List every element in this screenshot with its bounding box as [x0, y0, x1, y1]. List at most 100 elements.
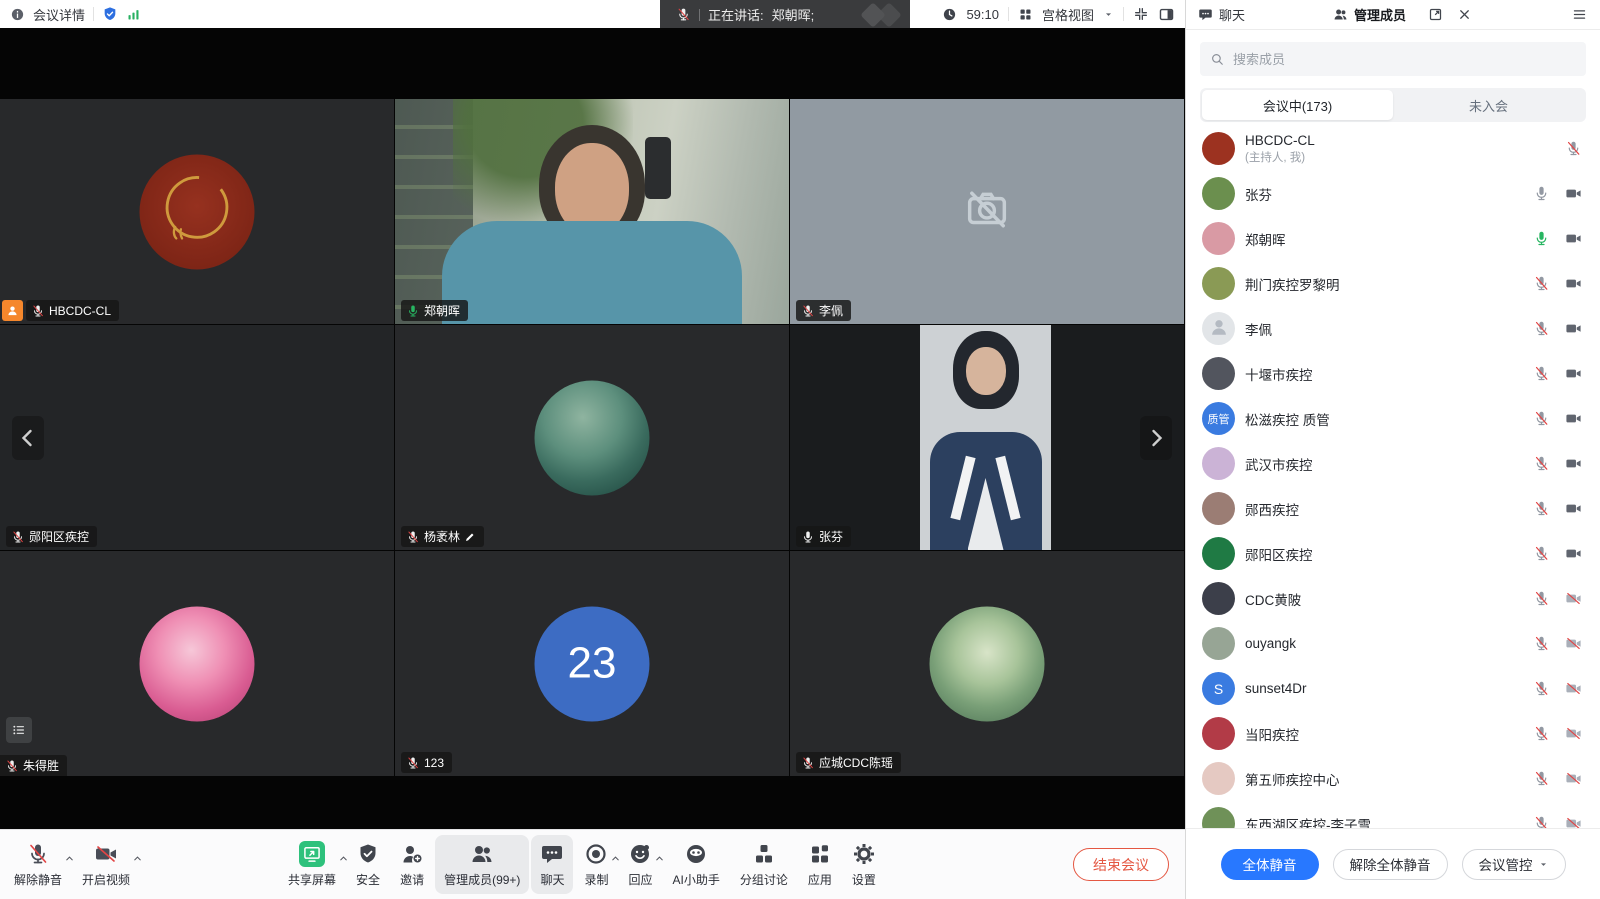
members-panel: 聊天 管理成员 会议中(173) 未入会 HBCDC-CL (主	[1185, 0, 1600, 899]
chevron-down-icon[interactable]	[1103, 9, 1114, 20]
member-row[interactable]: 郑朝晖	[1186, 216, 1600, 261]
camera-status-icon[interactable]	[1565, 410, 1582, 427]
member-row[interactable]: 郧西疾控	[1186, 486, 1600, 531]
network-signal-icon[interactable]	[126, 7, 141, 22]
video-tile-123[interactable]: 23 123	[395, 551, 789, 776]
mic-status-icon[interactable]	[1533, 725, 1550, 742]
toolbar-chat-button[interactable]: 聊天	[531, 835, 573, 894]
mic-status-icon[interactable]	[1533, 185, 1550, 202]
member-search-box[interactable]	[1200, 42, 1586, 76]
security-shield-icon[interactable]	[102, 6, 118, 22]
view-mode-selector[interactable]: 宫格视图	[1042, 5, 1094, 24]
list-overlay-button[interactable]	[6, 717, 32, 743]
toolbar-start-video-button[interactable]: 开启视频	[73, 835, 139, 894]
mic-status-icon[interactable]	[1533, 230, 1550, 247]
member-row[interactable]: CDC黄陂	[1186, 576, 1600, 621]
toolbar-record-button[interactable]: 录制	[575, 835, 617, 894]
toolbar-ai-assistant-button[interactable]: AI小助手	[663, 835, 728, 894]
divider	[699, 9, 700, 21]
mic-status-icon[interactable]	[1565, 140, 1582, 157]
side-panel-toggle-icon[interactable]	[1158, 6, 1175, 23]
menu-icon[interactable]	[1571, 6, 1588, 23]
previous-page-arrow[interactable]	[12, 416, 44, 460]
chevron-up-icon[interactable]	[132, 851, 143, 869]
member-row[interactable]: 张芬	[1186, 171, 1600, 216]
camera-status-icon[interactable]	[1565, 275, 1582, 292]
mic-status-icon[interactable]	[1533, 320, 1550, 337]
camera-status-icon[interactable]	[1565, 365, 1582, 382]
toolbar-apps-button[interactable]: 应用	[799, 835, 841, 894]
camera-status-icon[interactable]	[1565, 635, 1582, 652]
tab-chat[interactable]: 聊天	[1198, 5, 1245, 24]
member-row[interactable]: 当阳疾控	[1186, 711, 1600, 756]
member-row[interactable]: 十堰市疾控	[1186, 351, 1600, 396]
end-meeting-button[interactable]: 结束会议	[1073, 848, 1169, 881]
member-row[interactable]: HBCDC-CL (主持人, 我)	[1186, 126, 1600, 171]
camera-status-icon[interactable]	[1565, 590, 1582, 607]
mic-status-icon[interactable]	[1533, 455, 1550, 472]
mic-status-icon[interactable]	[1533, 410, 1550, 427]
video-tile-yangmaolin[interactable]: 杨袤林	[395, 325, 789, 550]
unmute-all-button[interactable]: 解除全体静音	[1333, 849, 1448, 880]
toolbar-settings-button[interactable]: 设置	[843, 835, 885, 894]
video-tile-zhangfen[interactable]: 张芬	[790, 325, 1184, 550]
camera-status-icon[interactable]	[1565, 455, 1582, 472]
meeting-controls-button[interactable]: 会议管控	[1462, 849, 1566, 880]
member-row[interactable]: ouyangk	[1186, 621, 1600, 666]
member-row[interactable]: 武汉市疾控	[1186, 441, 1600, 486]
mic-status-icon[interactable]	[1533, 365, 1550, 382]
camera-status-icon[interactable]	[1565, 500, 1582, 517]
camera-status-icon[interactable]	[1565, 725, 1582, 742]
mute-all-button[interactable]: 全体静音	[1221, 849, 1319, 880]
info-icon[interactable]	[10, 7, 25, 22]
video-tile-yingcheng[interactable]: 应城CDC陈瑶	[790, 551, 1184, 776]
camera-status-icon[interactable]	[1565, 320, 1582, 337]
mic-status-icon[interactable]	[1533, 680, 1550, 697]
rename-pencil-icon[interactable]	[464, 531, 476, 543]
toolbar-breakout-button[interactable]: 分组讨论	[731, 835, 797, 894]
camera-status-icon[interactable]	[1565, 770, 1582, 787]
camera-status-icon[interactable]	[1565, 230, 1582, 247]
video-tile-zhudesheng[interactable]: 朱得胜	[0, 551, 394, 776]
tab-in-meeting[interactable]: 会议中(173)	[1202, 90, 1393, 120]
video-tile-yunyangqu[interactable]: 郧阳区疾控	[0, 325, 394, 550]
member-row[interactable]: 东西湖区疾控-李子雪	[1186, 801, 1600, 828]
tab-manage-members[interactable]: 管理成员	[1333, 5, 1406, 24]
toolbar-members-button[interactable]: 管理成员(99+)	[435, 835, 529, 894]
camera-status-icon[interactable]	[1565, 680, 1582, 697]
popout-panel-icon[interactable]	[1428, 7, 1443, 22]
camera-status-icon[interactable]	[1565, 545, 1582, 562]
close-panel-icon[interactable]	[1457, 7, 1472, 22]
member-avatar	[1202, 717, 1235, 750]
camera-status-icon[interactable]	[1565, 185, 1582, 202]
member-row[interactable]: 荆门疾控罗黎明	[1186, 261, 1600, 306]
grid-view-icon[interactable]	[1018, 7, 1033, 22]
member-row[interactable]: 质管 松滋疾控 质管	[1186, 396, 1600, 441]
exit-fullscreen-icon[interactable]	[1133, 6, 1149, 22]
member-name: 第五师疾控中心	[1245, 769, 1340, 789]
member-row[interactable]: 第五师疾控中心	[1186, 756, 1600, 801]
toolbar-reactions-button[interactable]: 回应	[619, 835, 661, 894]
toolbar-unmute-button[interactable]: 解除静音	[5, 835, 71, 894]
video-tile-zhengzhaohui[interactable]: 郑朝晖	[395, 99, 789, 324]
meeting-details-button[interactable]: 会议详情	[33, 5, 85, 24]
camera-status-icon[interactable]	[1565, 815, 1582, 828]
toolbar-share-screen-button[interactable]: 共享屏幕	[279, 835, 345, 894]
mic-status-icon[interactable]	[1533, 545, 1550, 562]
video-tile-hbcdc-cl[interactable]: HBCDC-CL	[0, 99, 394, 324]
member-row[interactable]: 郧阳区疾控	[1186, 531, 1600, 576]
mic-status-icon[interactable]	[1533, 275, 1550, 292]
toolbar-invite-button[interactable]: 邀请	[391, 835, 433, 894]
search-input[interactable]	[1231, 51, 1576, 68]
mic-status-icon[interactable]	[1533, 590, 1550, 607]
mic-status-icon[interactable]	[1533, 770, 1550, 787]
video-tile-lipei[interactable]: 李佩	[790, 99, 1184, 324]
mic-status-icon[interactable]	[1533, 500, 1550, 517]
tab-not-joined[interactable]: 未入会	[1393, 90, 1584, 120]
mic-status-icon[interactable]	[1533, 635, 1550, 652]
mic-status-icon[interactable]	[1533, 815, 1550, 828]
member-row[interactable]: S sunset4Dr	[1186, 666, 1600, 711]
next-page-arrow[interactable]	[1140, 416, 1172, 460]
toolbar-security-button[interactable]: 安全	[347, 835, 389, 894]
member-row[interactable]: 李佩	[1186, 306, 1600, 351]
